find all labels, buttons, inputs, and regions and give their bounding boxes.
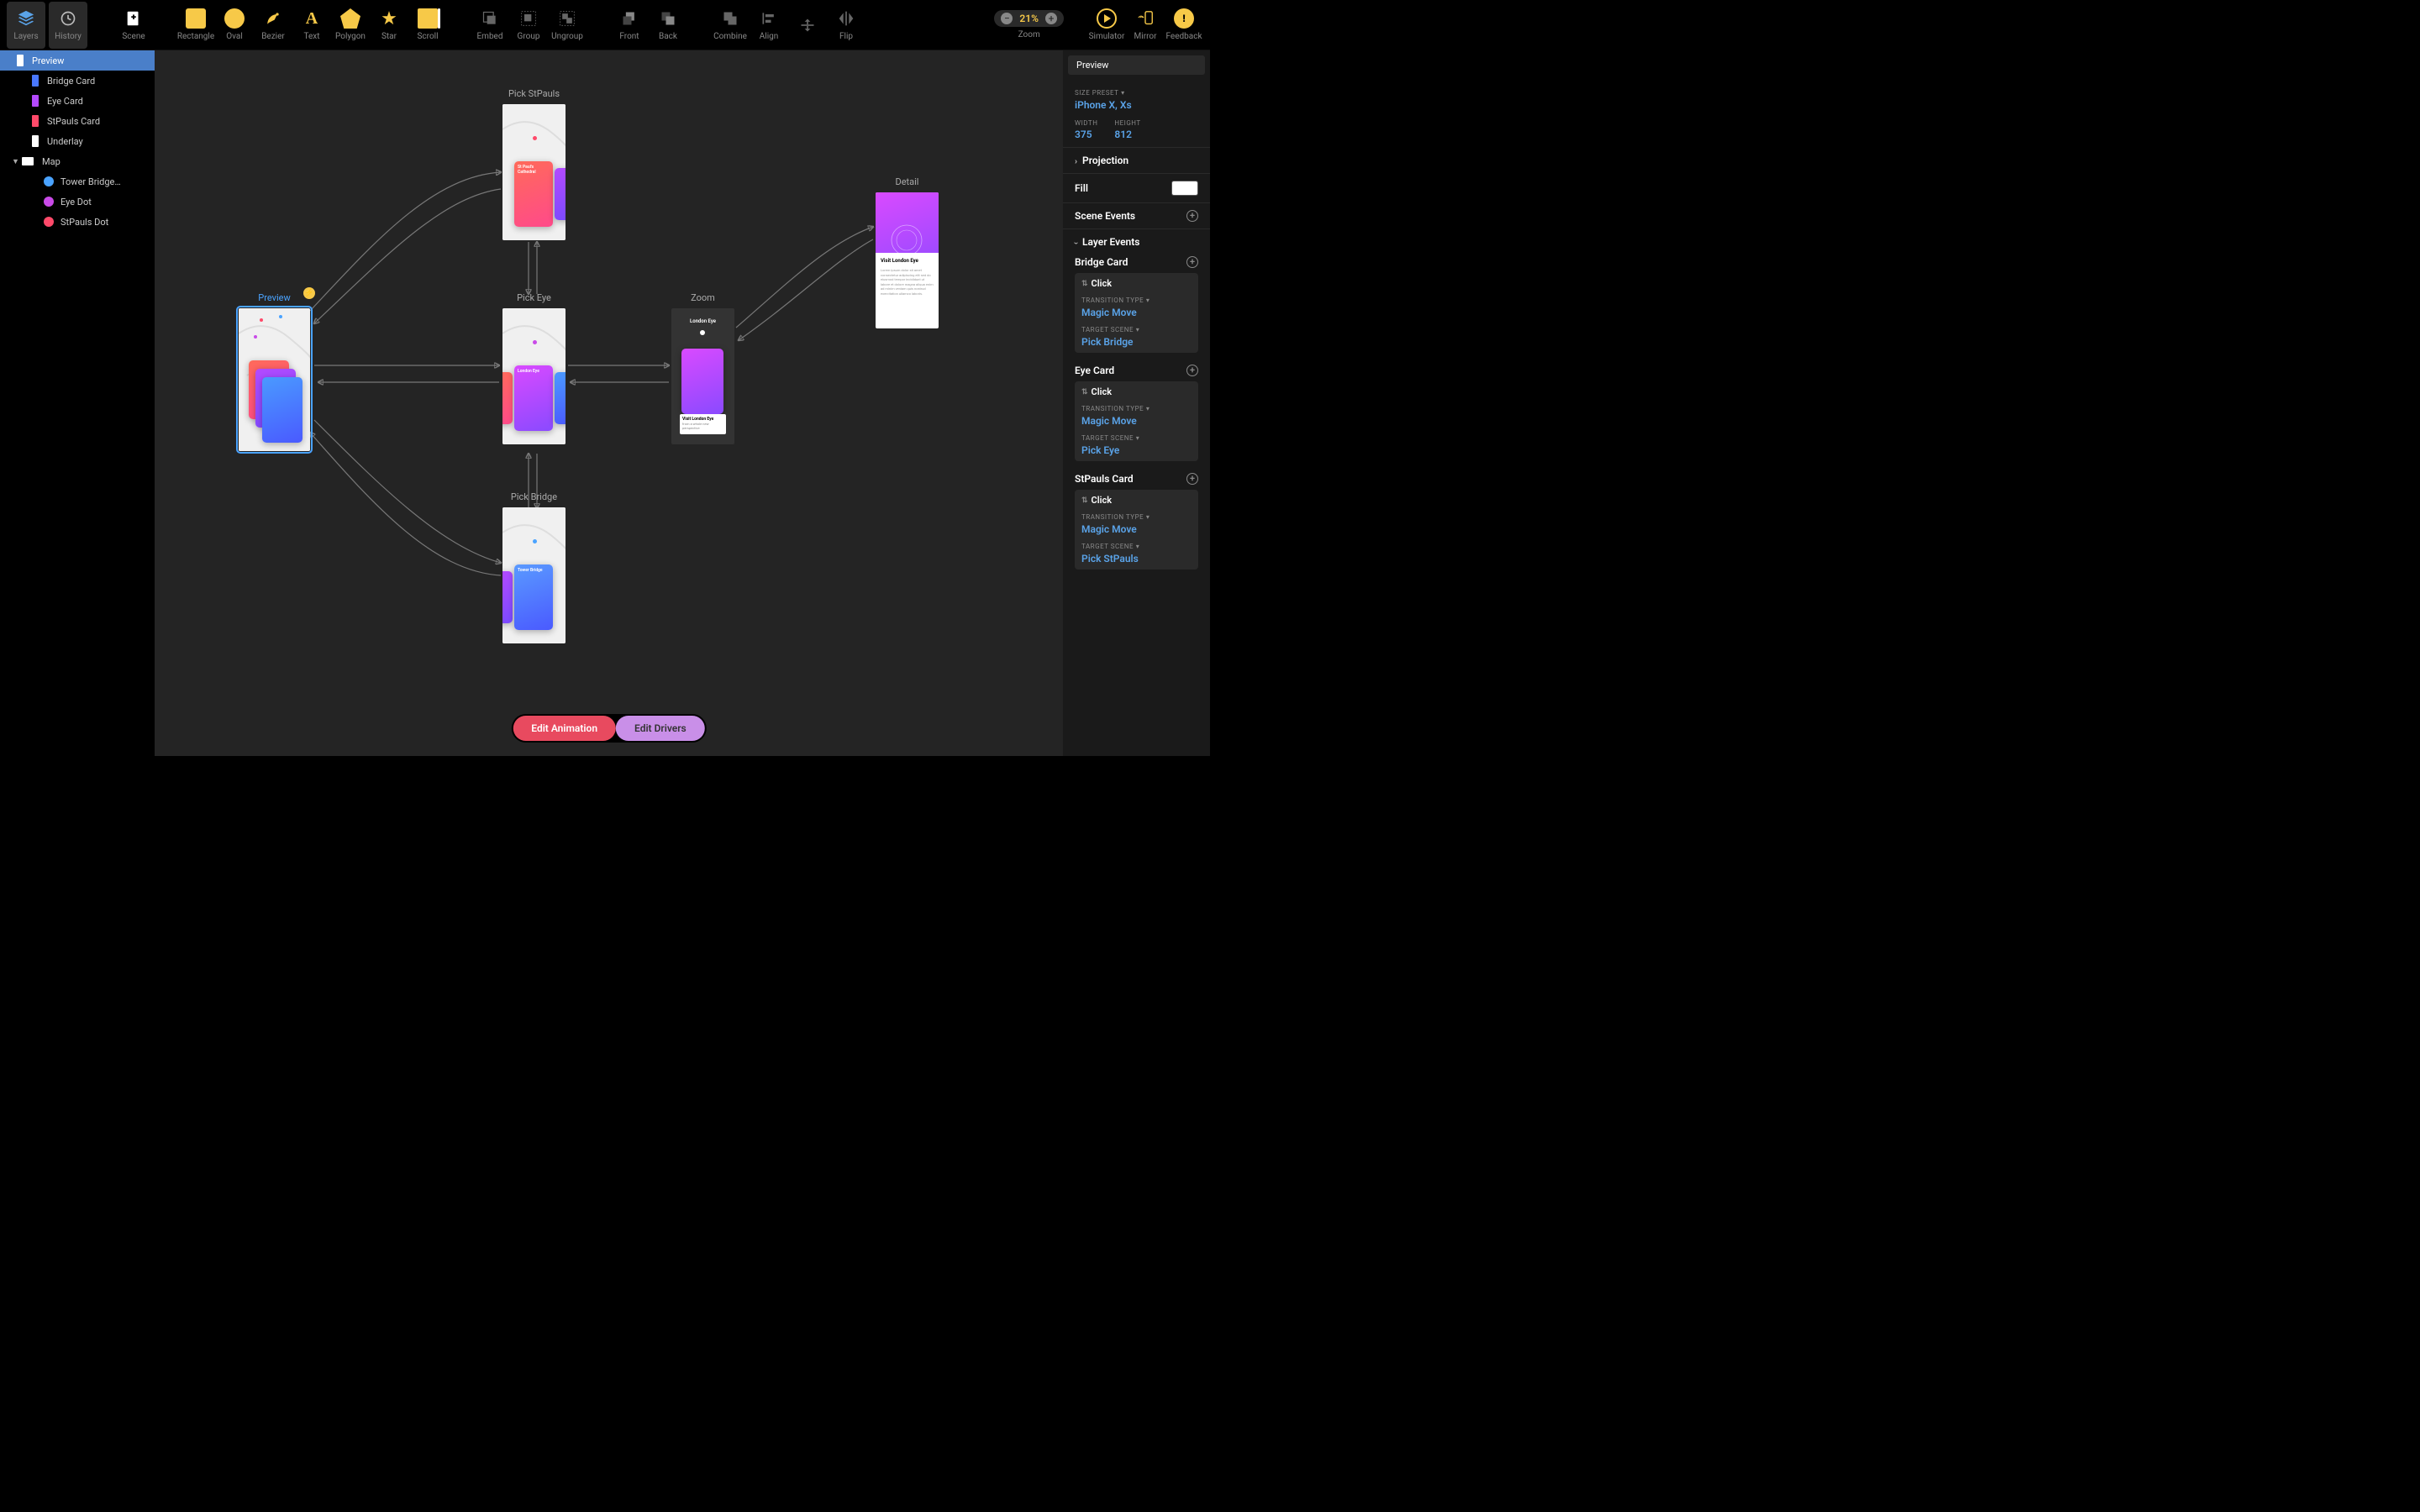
scene-preview[interactable]: Preview ⚡ <box>239 292 310 451</box>
mode-switch: Edit Animation Edit Drivers <box>511 714 706 743</box>
back-button[interactable]: Back <box>649 2 687 49</box>
star-icon: ★ <box>379 8 399 29</box>
flip-button[interactable]: Flip <box>827 2 865 49</box>
layers-button[interactable]: Layers <box>7 2 45 49</box>
flip-icon <box>836 8 856 29</box>
edit-animation-button[interactable]: Edit Animation <box>513 716 616 741</box>
front-icon <box>619 8 639 29</box>
layers-icon <box>16 8 36 29</box>
target-scene-dropdown[interactable]: Pick Bridge <box>1081 336 1192 348</box>
projection-toggle[interactable]: ›Projection <box>1075 155 1198 166</box>
front-button[interactable]: Front <box>610 2 649 49</box>
canvas[interactable]: Preview ⚡ Pick StPauls St Paul's Cathedr… <box>155 50 1063 756</box>
scene-pick-bridge[interactable]: Pick Bridge Tower Bridge <box>502 491 566 643</box>
chevron-right-icon: › <box>1075 157 1077 166</box>
back-icon <box>658 8 678 29</box>
add-event-stpauls[interactable]: + <box>1186 473 1198 485</box>
target-scene-dropdown[interactable]: Pick StPauls <box>1081 553 1192 564</box>
size-preset-dropdown[interactable]: iPhone X, Xs <box>1075 99 1198 111</box>
group-icon <box>518 8 539 29</box>
layer-row-tower-bridge-dot[interactable]: Tower Bridge… <box>0 171 155 192</box>
zoom-in-button[interactable]: + <box>1045 13 1057 24</box>
scroll-icon <box>418 8 438 29</box>
zoom-value[interactable]: 21% <box>1019 13 1039 24</box>
event-card[interactable]: Click TRANSITION TYPE ▾ Magic Move TARGE… <box>1075 381 1198 461</box>
layers-panel: Preview Bridge Card Eye Card StPauls Car… <box>0 50 155 756</box>
clock-icon <box>58 8 78 29</box>
transition-type-dropdown[interactable]: Magic Move <box>1081 415 1192 427</box>
text-icon: A <box>302 8 322 29</box>
polygon-tool[interactable]: Polygon <box>331 2 370 49</box>
mirror-icon <box>1135 8 1155 29</box>
layer-row-eye-dot[interactable]: Eye Dot <box>0 192 155 212</box>
feedback-button[interactable]: !Feedback <box>1165 2 1203 49</box>
feedback-icon: ! <box>1174 8 1194 29</box>
embed-icon <box>480 8 500 29</box>
history-button[interactable]: History <box>49 2 87 49</box>
align-button[interactable]: Align <box>750 2 788 49</box>
add-scene-event-button[interactable]: + <box>1186 210 1198 222</box>
chevron-down-icon: › <box>1071 242 1081 244</box>
toolbar: Layers History Scene Rectangle Oval Bezi… <box>0 0 1210 50</box>
align-v-icon <box>797 15 818 35</box>
inspector-panel: Preview SIZE PRESET ▾ iPhone X, Xs WIDTH… <box>1063 50 1210 756</box>
add-scene-icon <box>124 8 144 29</box>
event-card[interactable]: Click TRANSITION TYPE ▾ Magic Move TARGE… <box>1075 273 1198 353</box>
layer-row-stpauls-dot[interactable]: StPauls Dot <box>0 212 155 232</box>
chevron-down-icon[interactable]: ▼ <box>12 157 20 166</box>
scene-detail[interactable]: Detail Visit London Eye Lorem ipsum dolo… <box>876 176 939 328</box>
text-tool[interactable]: AText <box>292 2 331 49</box>
scene-pick-eye[interactable]: Pick Eye London Eye <box>502 292 566 444</box>
scene-pick-stpauls[interactable]: Pick StPauls St Paul's Cathedral <box>502 88 566 240</box>
add-scene-button[interactable]: Scene <box>114 2 153 49</box>
ungroup-button[interactable]: Ungroup <box>548 2 587 49</box>
mirror-button[interactable]: Mirror <box>1126 2 1165 49</box>
pen-icon <box>263 8 283 29</box>
layer-row-map[interactable]: ▼Map <box>0 151 155 171</box>
align-icon <box>759 8 779 29</box>
transition-type-dropdown[interactable]: Magic Move <box>1081 523 1192 535</box>
height-input[interactable]: 812 <box>1114 129 1140 140</box>
zoom-out-button[interactable]: − <box>1001 13 1013 24</box>
polygon-icon <box>340 8 360 29</box>
zoom-control: − 21% + Zoom <box>994 2 1064 49</box>
target-scene-dropdown[interactable]: Pick Eye <box>1081 444 1192 456</box>
transition-type-dropdown[interactable]: Magic Move <box>1081 307 1192 318</box>
group-button[interactable]: Group <box>509 2 548 49</box>
inspector-title[interactable]: Preview <box>1068 55 1205 75</box>
width-input[interactable]: 375 <box>1075 129 1097 140</box>
fill-color-chip[interactable] <box>1171 181 1198 196</box>
layer-row-eye-card[interactable]: Eye Card <box>0 91 155 111</box>
layer-row-bridge-card[interactable]: Bridge Card <box>0 71 155 91</box>
event-card[interactable]: Click TRANSITION TYPE ▾ Magic Move TARGE… <box>1075 490 1198 570</box>
combine-button[interactable]: Combine <box>711 2 750 49</box>
combine-icon <box>720 8 740 29</box>
oval-tool[interactable]: Oval <box>215 2 254 49</box>
embed-button[interactable]: Embed <box>471 2 509 49</box>
layer-row-stpauls-card[interactable]: StPauls Card <box>0 111 155 131</box>
rectangle-tool[interactable]: Rectangle <box>176 2 215 49</box>
align-v-button[interactable] <box>788 2 827 49</box>
layer-row-underlay[interactable]: Underlay <box>0 131 155 151</box>
star-tool[interactable]: ★Star <box>370 2 408 49</box>
edit-drivers-button[interactable]: Edit Drivers <box>616 716 705 741</box>
lightning-icon: ⚡ <box>303 287 315 299</box>
bezier-tool[interactable]: Bezier <box>254 2 292 49</box>
oval-icon <box>224 8 245 29</box>
ungroup-icon <box>557 8 577 29</box>
add-event-eye[interactable]: + <box>1186 365 1198 376</box>
scroll-tool[interactable]: Scroll <box>408 2 447 49</box>
layer-row-preview[interactable]: Preview <box>0 50 155 71</box>
layer-events-toggle[interactable]: ›Layer Events <box>1075 236 1198 248</box>
rectangle-icon <box>186 8 206 29</box>
simulator-button[interactable]: Simulator <box>1087 2 1126 49</box>
add-event-bridge[interactable]: + <box>1186 256 1198 268</box>
scene-zoom[interactable]: Zoom London Eye Visit London Eye from a … <box>671 292 734 444</box>
play-icon <box>1097 8 1117 29</box>
